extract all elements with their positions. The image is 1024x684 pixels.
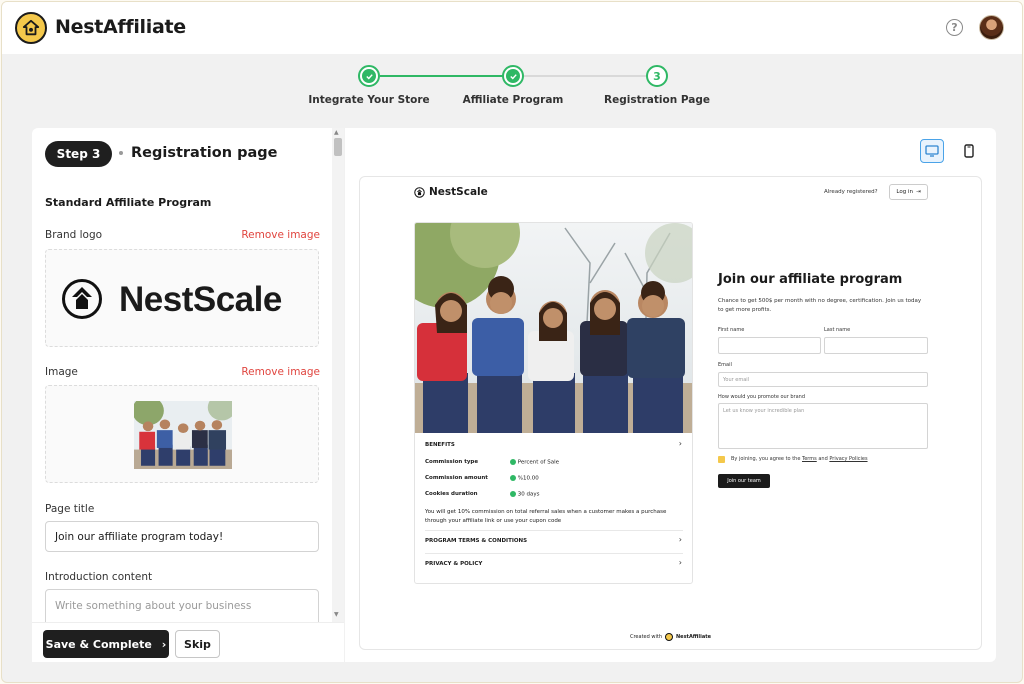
mobile-view-button[interactable] (957, 139, 981, 163)
first-name-label: First name (718, 327, 745, 333)
group-photo (415, 223, 692, 433)
desktop-view-button[interactable] (920, 139, 944, 163)
save-label: Save & Complete (45, 637, 152, 651)
desktop-icon (925, 145, 939, 157)
registration-page-preview: NestScale Already registered? Log in ⇥ B… (359, 176, 982, 650)
scroll-down-icon[interactable]: ▼ (334, 611, 339, 618)
benefits-title: BENEFITS (425, 442, 455, 448)
save-complete-button[interactable]: Save & Complete › (43, 630, 169, 658)
step-connector-done (380, 75, 503, 77)
program-info-card: BENEFITS › Commission type Percent of Sa… (414, 222, 693, 584)
user-avatar[interactable] (979, 15, 1004, 40)
progress-stepper: Integrate Your Store Affiliate Program 3… (2, 54, 1022, 124)
divider (425, 530, 683, 531)
image-dropzone[interactable] (45, 385, 319, 483)
settings-panel: Step 3 Registration page Standard Affili… (32, 128, 344, 662)
benefit-label: Commission type (425, 459, 479, 465)
terms-link[interactable]: PROGRAM TERMS & CONDITIONS (425, 538, 683, 544)
privacy-link[interactable]: PRIVACY & POLICY (425, 561, 683, 567)
step-3-number[interactable]: 3 (646, 65, 668, 87)
terms-chevron-icon[interactable]: › (679, 535, 682, 544)
skip-button[interactable]: Skip (175, 630, 220, 658)
terms-inline-link[interactable]: Terms (802, 456, 817, 462)
brand-logo-dropzone[interactable]: NestScale (45, 249, 319, 347)
benefit-value: 30 days (510, 491, 539, 498)
benefit-row: Cookies duration 30 days (425, 491, 683, 498)
mobile-icon (964, 144, 974, 158)
remove-image-link[interactable]: Remove image (241, 366, 320, 378)
check-dot-icon (510, 491, 516, 497)
group-photo-thumbnail (134, 401, 232, 469)
panel-title: Registration page (131, 145, 278, 161)
remove-logo-link[interactable]: Remove image (241, 229, 320, 241)
chevron-right-icon: › (161, 637, 167, 651)
agree-text: By joining, you agree to the Terms and P… (731, 456, 868, 462)
benefits-chevron-icon[interactable]: › (679, 439, 682, 448)
email-input[interactable]: Your email (718, 372, 928, 387)
step-connector-pending (524, 75, 646, 77)
benefit-row: Commission type Percent of Sale (425, 459, 683, 466)
benefit-value: Percent of Sale (510, 459, 559, 466)
preview-brand: NestScale (414, 186, 488, 198)
check-dot-icon (510, 475, 516, 481)
created-with-footer: Created with NestAffiliate (630, 633, 711, 641)
step-2-check-icon[interactable] (502, 65, 524, 87)
benefits-note: You will get 10% commission on total ref… (425, 509, 667, 524)
program-name: Standard Affiliate Program (45, 196, 212, 209)
scroll-up-icon[interactable]: ▲ (334, 129, 339, 136)
nestaffiliate-logo-icon (15, 12, 47, 44)
preview-panel: NestScale Already registered? Log in ⇥ B… (345, 128, 996, 662)
email-label: Email (718, 362, 732, 368)
page-title-label: Page title (45, 503, 95, 515)
login-icon: ⇥ (915, 189, 921, 195)
preview-login-button[interactable]: Log in ⇥ (889, 184, 928, 200)
check-dot-icon (510, 459, 516, 465)
brand-name: NestAffiliate (55, 16, 186, 38)
step-badge: Step 3 (45, 141, 112, 167)
last-name-input[interactable] (824, 337, 928, 354)
promote-label: How would you promote our brand (718, 394, 805, 400)
benefit-label: Commission amount (425, 475, 488, 481)
intro-label: Introduction content (45, 571, 153, 583)
last-name-label: Last name (824, 327, 851, 333)
separator-dot (119, 151, 123, 155)
join-team-button[interactable]: Join our team (718, 474, 770, 488)
brand-logo-label: Brand logo (45, 229, 103, 241)
nestscale-logo-icon (61, 278, 103, 320)
divider (425, 553, 683, 554)
login-label: Log in (896, 189, 913, 195)
preview-heading: Join our affiliate program (718, 272, 903, 287)
page-title-input[interactable]: Join our affiliate program today! (45, 521, 319, 552)
logo-wordmark: NestScale (119, 280, 282, 319)
preview-subtext: Chance to get 500$ per month with no deg… (718, 298, 922, 313)
promote-textarea[interactable]: Let us know your incredible plan (718, 403, 928, 449)
panel-footer: Save & Complete › Skip (32, 622, 344, 662)
benefit-label: Cookies duration (425, 491, 478, 497)
step-2-label: Affiliate Program (462, 94, 564, 106)
already-registered-text: Already registered? (824, 189, 878, 195)
benefit-value: %10.00 (510, 475, 539, 482)
top-bar: NestAffiliate ? (2, 2, 1022, 54)
first-name-input[interactable] (718, 337, 821, 354)
privacy-chevron-icon[interactable]: › (679, 558, 682, 567)
nestscale-mini-icon (414, 186, 425, 198)
step-1-label: Integrate Your Store (308, 94, 430, 106)
step-1-check-icon[interactable] (358, 65, 380, 87)
agree-checkbox[interactable] (718, 456, 725, 463)
privacy-inline-link[interactable]: Privacy Policies (829, 456, 867, 462)
help-icon[interactable]: ? (946, 19, 963, 36)
app-window: NestAffiliate ? Integrate Your Store Aff… (1, 1, 1023, 683)
preview-brand-name: NestScale (429, 186, 488, 198)
panel-scrollbar[interactable]: ▲ ▼ (332, 128, 344, 662)
nestaffiliate-mini-icon (665, 633, 673, 641)
scroll-thumb[interactable] (334, 138, 342, 156)
step-3-label: Registration Page (604, 94, 710, 106)
image-label: Image (45, 366, 78, 378)
benefit-row: Commission amount %10.00 (425, 475, 683, 482)
